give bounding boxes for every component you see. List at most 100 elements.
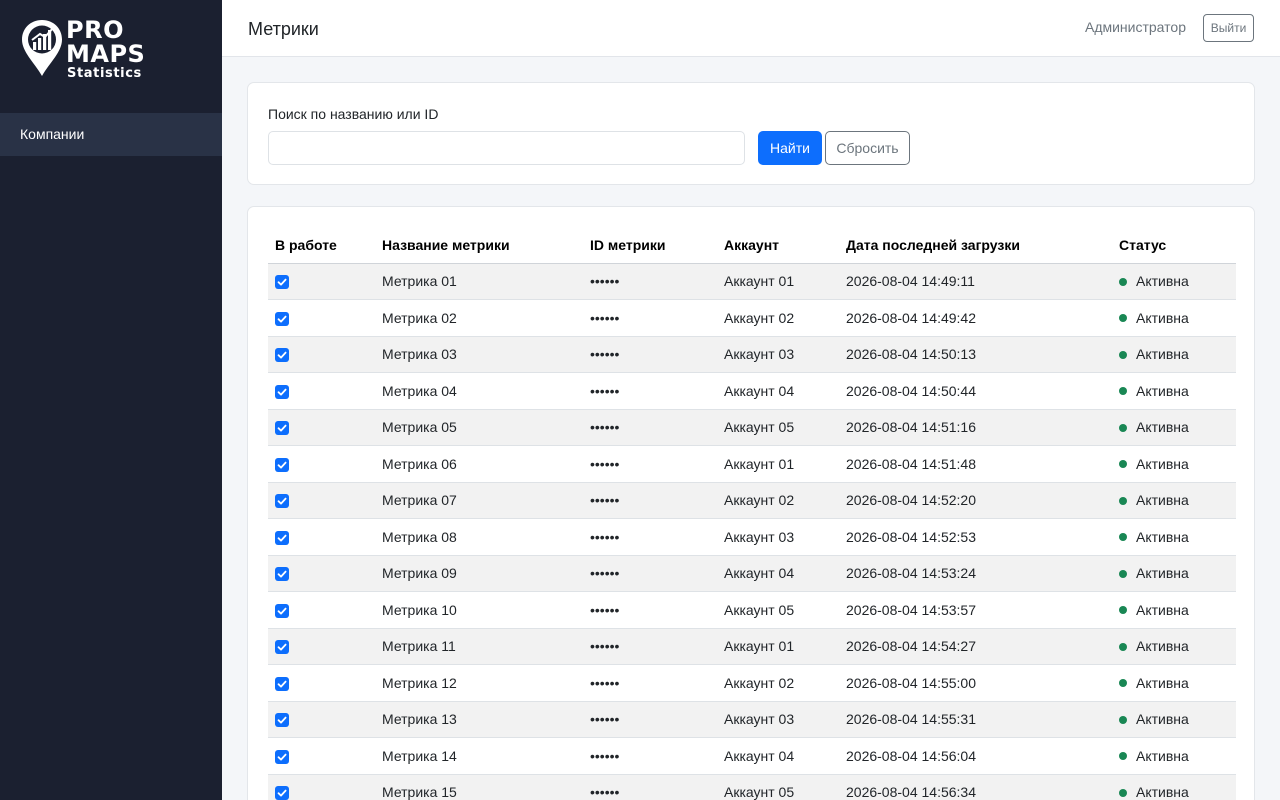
checkbox-checked-icon[interactable] (275, 567, 289, 582)
reset-button[interactable]: Сбросить (825, 131, 910, 165)
cell-last-upload-date: 2026-08-04 14:53:24 (839, 555, 1112, 592)
status-label: Активна (1136, 309, 1189, 326)
cell-last-upload-date: 2026-08-04 14:49:42 (839, 299, 1112, 337)
map-pin-chart-icon (22, 20, 62, 76)
table-row[interactable]: Метрика 07 •••••• Аккаунт 02 2026-08-04 14:… (268, 482, 1236, 519)
status-dot-icon (1119, 387, 1127, 396)
table-row[interactable]: Метрика 10 •••••• Аккаунт 05 2026-08-04 14:… (268, 591, 1236, 629)
table-row[interactable]: Метрика 08 •••••• Аккаунт 03 2026-08-04 14:… (268, 518, 1236, 556)
status-dot-icon (1119, 314, 1127, 323)
metrics-table: В работе Название метрики ID метрики Акк… (268, 227, 1236, 800)
cell-metric-id: •••••• (583, 263, 717, 300)
status-dot-icon (1119, 679, 1127, 688)
cell-metric-id: •••••• (583, 445, 717, 483)
table-row[interactable]: Метрика 12 •••••• Аккаунт 02 2026-08-04 14:… (268, 664, 1236, 702)
checkbox-checked-icon[interactable] (275, 494, 289, 509)
sidebar-item-companies[interactable]: Компании (0, 113, 222, 156)
column-header-id: ID метрики (583, 227, 717, 264)
checkbox-checked-icon[interactable] (275, 348, 289, 363)
logout-button[interactable]: Выйти (1203, 14, 1254, 42)
table-body: Метрика 01 •••••• Аккаунт 01 2026-08-04 14:… (268, 263, 1236, 800)
checkbox-checked-icon[interactable] (275, 384, 289, 399)
cell-metric-id: •••••• (583, 372, 717, 410)
checkbox-checked-icon[interactable] (275, 275, 289, 290)
metrics-table-card: В работе Название метрики ID метрики Акк… (247, 206, 1255, 800)
cell-account: Аккаунт 01 (717, 263, 839, 300)
cell-in-work (268, 555, 375, 592)
column-header-account: Аккаунт (717, 227, 839, 264)
status-dot-icon (1119, 715, 1127, 724)
cell-status: Активна (1112, 774, 1236, 800)
cell-metric-name: Метрика 02 (375, 299, 583, 337)
checkbox-checked-icon[interactable] (275, 640, 289, 655)
cell-status: Активна (1112, 372, 1236, 410)
table-row[interactable]: Метрика 01 •••••• Аккаунт 01 2026-08-04 14:… (268, 263, 1236, 300)
cell-status: Активна (1112, 336, 1236, 373)
cell-metric-name: Метрика 08 (375, 518, 583, 556)
cell-metric-id: •••••• (583, 409, 717, 446)
cell-in-work (268, 664, 375, 702)
table-row[interactable]: Метрика 05 •••••• Аккаунт 05 2026-08-04 14:… (268, 409, 1236, 446)
cell-in-work (268, 299, 375, 337)
cell-metric-name: Метрика 06 (375, 445, 583, 483)
logo-line-2: MAPS (66, 40, 146, 68)
checkbox-checked-icon[interactable] (275, 603, 289, 618)
table-row[interactable]: Метрика 14 •••••• Аккаунт 04 2026-08-04 14:… (268, 737, 1236, 775)
cell-last-upload-date: 2026-08-04 14:54:27 (839, 628, 1112, 665)
search-card: Поиск по названию или ID Найти Сбросить (247, 82, 1255, 185)
cell-metric-id: •••••• (583, 591, 717, 629)
cell-metric-name: Метрика 11 (375, 628, 583, 665)
cell-metric-id: •••••• (583, 628, 717, 665)
status-label: Активна (1136, 601, 1189, 618)
cell-account: Аккаунт 04 (717, 372, 839, 410)
table-row[interactable]: Метрика 11 •••••• Аккаунт 01 2026-08-04 14:… (268, 628, 1236, 665)
status-label: Активна (1136, 382, 1189, 399)
search-input[interactable] (268, 131, 745, 165)
table-row[interactable]: Метрика 09 •••••• Аккаунт 04 2026-08-04 14:… (268, 555, 1236, 592)
checkbox-checked-icon[interactable] (275, 457, 289, 472)
cell-account: Аккаунт 05 (717, 591, 839, 629)
cell-metric-name: Метрика 09 (375, 555, 583, 592)
status-dot-icon (1119, 788, 1127, 797)
checkbox-checked-icon[interactable] (275, 676, 289, 691)
table-row[interactable]: Метрика 02 •••••• Аккаунт 02 2026-08-04 14:… (268, 299, 1236, 337)
checkbox-checked-icon[interactable] (275, 786, 289, 800)
cell-status: Активна (1112, 518, 1236, 556)
cell-metric-id: •••••• (583, 664, 717, 702)
status-dot-icon (1119, 606, 1127, 615)
checkbox-checked-icon[interactable] (275, 713, 289, 728)
table-header-row: В работе Название метрики ID метрики Акк… (268, 227, 1236, 264)
cell-in-work (268, 372, 375, 410)
status-dot-icon (1119, 423, 1127, 432)
cell-status: Активна (1112, 299, 1236, 337)
table-row[interactable]: Метрика 03 •••••• Аккаунт 03 2026-08-04 14:… (268, 336, 1236, 373)
user-name[interactable]: Администратор (1085, 19, 1186, 35)
status-label: Активна (1136, 273, 1189, 290)
cell-metric-name: Метрика 01 (375, 263, 583, 300)
cell-in-work (268, 774, 375, 800)
checkbox-checked-icon[interactable] (275, 749, 289, 764)
cell-account: Аккаунт 02 (717, 299, 839, 337)
cell-metric-id: •••••• (583, 774, 717, 800)
table-row[interactable]: Метрика 06 •••••• Аккаунт 01 2026-08-04 14:… (268, 445, 1236, 483)
checkbox-checked-icon[interactable] (275, 530, 289, 545)
cell-in-work (268, 482, 375, 519)
checkbox-checked-icon[interactable] (275, 421, 289, 436)
cell-last-upload-date: 2026-08-04 14:51:16 (839, 409, 1112, 446)
checkbox-checked-icon[interactable] (275, 311, 289, 326)
table-row[interactable]: Метрика 13 •••••• Аккаунт 03 2026-08-04 14:… (268, 701, 1236, 738)
table-row[interactable]: Метрика 15 •••••• Аккаунт 05 2026-08-04 14:… (268, 774, 1236, 800)
cell-metric-name: Метрика 05 (375, 409, 583, 446)
cell-status: Активна (1112, 664, 1236, 702)
status-dot-icon (1119, 460, 1127, 469)
cell-in-work (268, 336, 375, 373)
table-row[interactable]: Метрика 04 •••••• Аккаунт 04 2026-08-04 14:… (268, 372, 1236, 410)
status-dot-icon (1119, 642, 1127, 651)
cell-last-upload-date: 2026-08-04 14:56:34 (839, 774, 1112, 800)
find-button[interactable]: Найти (758, 131, 822, 165)
cell-status: Активна (1112, 701, 1236, 738)
page-title: Метрики (248, 19, 319, 39)
cell-metric-id: •••••• (583, 701, 717, 738)
status-dot-icon (1119, 569, 1127, 578)
logo[interactable]: PRO MAPS Statistics (20, 18, 150, 82)
